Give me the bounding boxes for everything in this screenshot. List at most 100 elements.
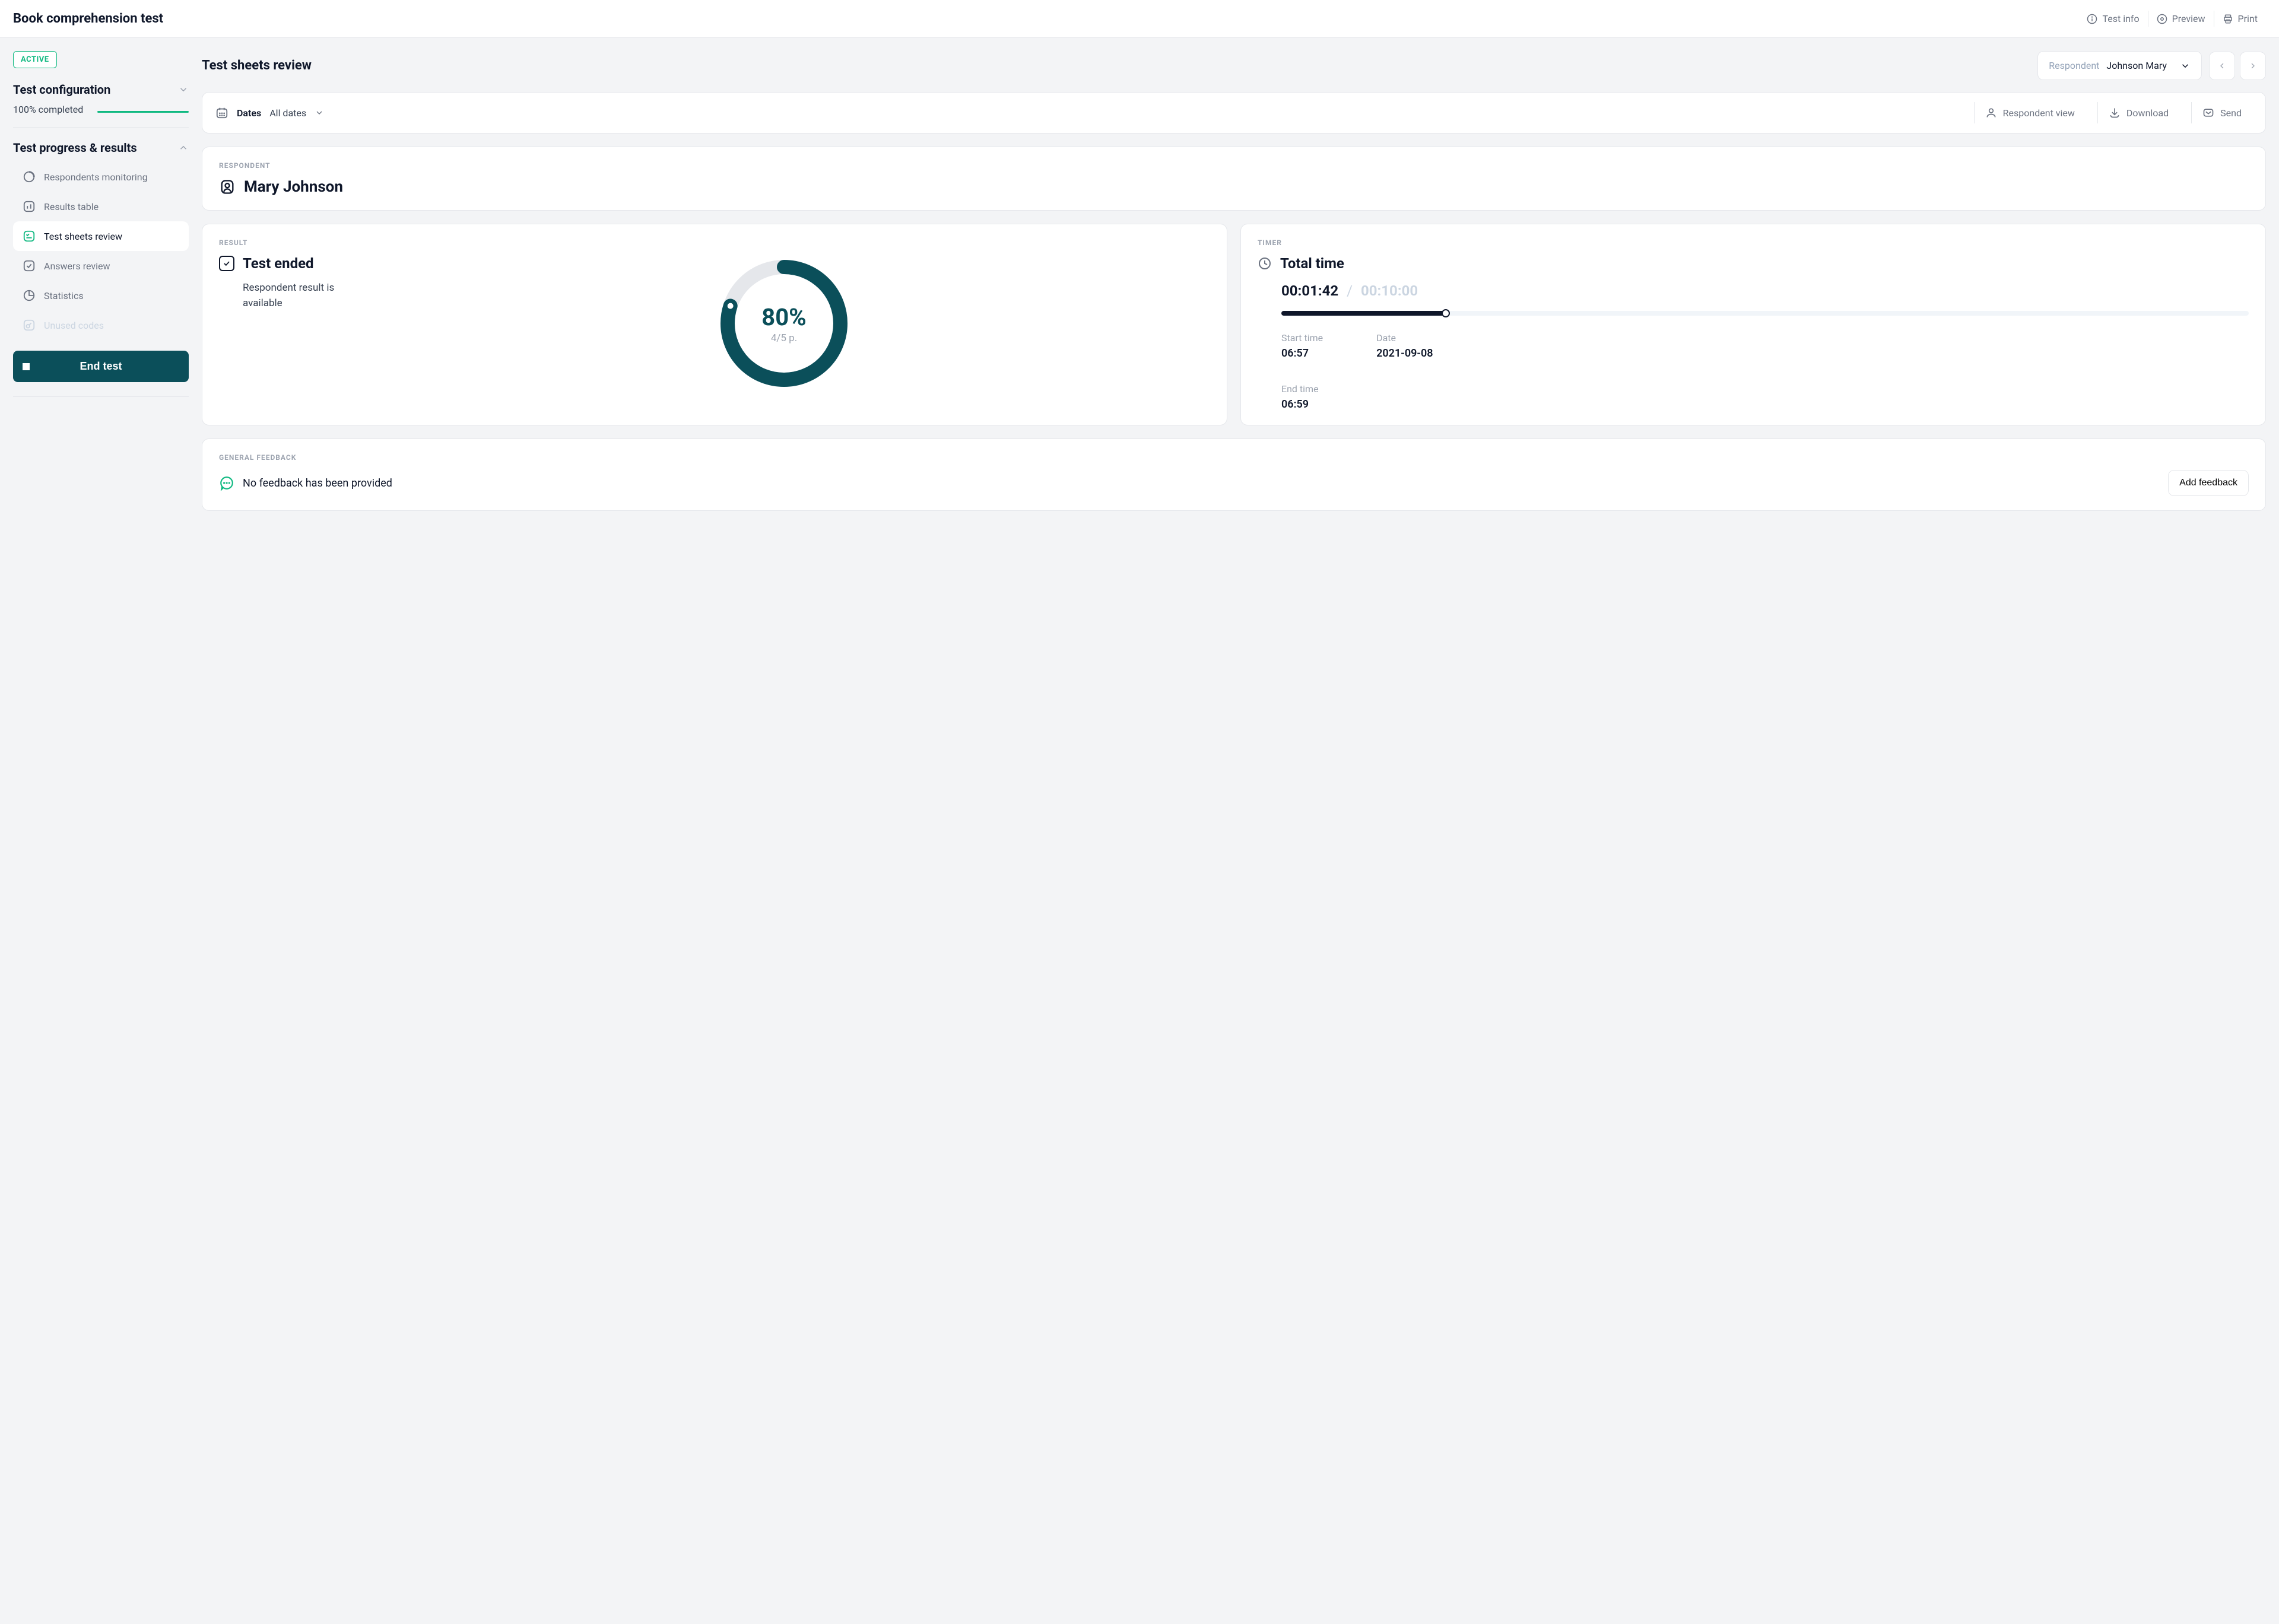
add-feedback-button[interactable]: Add feedback [2168, 470, 2249, 496]
date-item: Date 2021-09-08 [1376, 332, 1433, 360]
sidebar-item-unused-codes[interactable]: Unused codes [13, 310, 189, 340]
pager-prev-button[interactable] [2209, 52, 2235, 80]
respondent-select-value: Johnson Mary [2106, 60, 2167, 71]
feedback-label: GENERAL FEEDBACK [219, 453, 2249, 462]
sidebar-item-results-table[interactable]: Results table [13, 192, 189, 221]
bar-chart-icon [23, 200, 36, 213]
end-time-item: End time 06:59 [1281, 383, 2249, 411]
eye-icon [2157, 14, 2167, 24]
completion-text: 100% completed [13, 104, 83, 115]
timer-progress-bar [1281, 311, 2249, 316]
timer-title: Total time [1280, 255, 1344, 272]
sidebar-divider-2 [13, 396, 189, 397]
status-badge: ACTIVE [13, 51, 57, 68]
send-label: Send [2220, 107, 2242, 119]
elapsed-time: 00:01:42 [1281, 282, 1338, 299]
completion-row: 100% completed [13, 104, 189, 115]
timer-label: TIMER [1258, 239, 2249, 247]
section-toggle-config[interactable]: Test configuration [13, 82, 189, 97]
result-percent: 80% [761, 303, 806, 331]
check-square-icon [23, 259, 36, 272]
preview-button[interactable]: Preview [2148, 11, 2214, 27]
dates-value: All dates [269, 107, 306, 119]
dates-filter[interactable]: Dates All dates [215, 106, 324, 119]
start-time-label: Start time [1281, 332, 1323, 344]
respondent-view-label: Respondent view [2003, 107, 2075, 119]
respondent-select[interactable]: Respondent Johnson Mary [2037, 51, 2202, 80]
stop-icon [23, 363, 30, 370]
result-title: Test ended [243, 255, 314, 272]
date-label: Date [1376, 332, 1433, 344]
result-subtitle: Respondent result is available [243, 280, 344, 312]
topbar: Book comprehension test Test info Previe… [0, 0, 2279, 38]
start-time-item: Start time 06:57 [1281, 332, 1323, 360]
completion-progress-bar [97, 111, 189, 113]
chevron-up-icon [178, 142, 189, 153]
total-time: 00:10:00 [1361, 282, 1418, 299]
respondent-view-button[interactable]: Respondent view [1974, 102, 2086, 123]
page-title: Book comprehension test [13, 11, 163, 26]
respondent-label: RESPONDENT [219, 161, 2249, 170]
sidebar-item-label: Respondents monitoring [44, 171, 148, 183]
print-icon [2223, 14, 2233, 24]
time-separator: / [1347, 282, 1353, 299]
clock-icon [1258, 256, 1272, 271]
end-test-button[interactable]: End test [13, 351, 189, 382]
chat-icon [219, 475, 234, 491]
print-label: Print [2238, 13, 2258, 24]
test-info-button[interactable]: Test info [2078, 11, 2148, 27]
pie-chart-icon [23, 289, 36, 302]
pager [2209, 52, 2266, 80]
sidebar-item-label: Results table [44, 201, 99, 212]
respondent-select-label: Respondent [2049, 60, 2099, 71]
start-time-value: 06:57 [1281, 347, 1323, 360]
checked-icon [219, 256, 234, 271]
sidebar-item-statistics[interactable]: Statistics [13, 281, 189, 310]
result-fraction: 4/5 p. [771, 332, 797, 344]
chevron-down-icon [315, 108, 324, 117]
section-toggle-progress[interactable]: Test progress & results [13, 141, 189, 155]
dates-label: Dates [237, 107, 261, 119]
timer-card: TIMER Total time 00:01:42 / 00:10:00 [1240, 224, 2266, 425]
sidebar-item-answers-review[interactable]: Answers review [13, 251, 189, 281]
send-icon [2202, 107, 2214, 119]
chevron-down-icon [178, 84, 189, 95]
chevron-down-icon [2180, 61, 2191, 71]
main-title: Test sheets review [202, 58, 312, 73]
section-progress-title: Test progress & results [13, 141, 137, 155]
feedback-card: GENERAL FEEDBACK No feedback has been pr… [202, 438, 2266, 511]
preview-label: Preview [2172, 13, 2205, 24]
end-test-label: End test [80, 360, 122, 373]
feedback-text: No feedback has been provided [243, 477, 392, 490]
info-icon [2087, 14, 2097, 24]
main-header: Test sheets review Respondent Johnson Ma… [202, 51, 2266, 80]
user-icon [1985, 107, 1997, 119]
end-time-value: 06:59 [1281, 398, 2249, 411]
download-label: Download [2126, 107, 2169, 119]
end-time-label: End time [1281, 383, 2249, 395]
sidebar-item-label: Test sheets review [44, 231, 122, 242]
test-info-label: Test info [2102, 13, 2139, 24]
download-button[interactable]: Download [2097, 102, 2179, 123]
send-button[interactable]: Send [2191, 102, 2252, 123]
sidebar-item-label: Unused codes [44, 320, 104, 331]
target-icon [23, 170, 36, 183]
id-badge-icon [219, 179, 236, 195]
sidebar-item-respondents-monitoring[interactable]: Respondents monitoring [13, 162, 189, 192]
download-icon [2109, 107, 2121, 119]
date-value: 2021-09-08 [1376, 347, 1433, 360]
print-button[interactable]: Print [2214, 11, 2266, 27]
key-icon [23, 319, 36, 332]
respondent-card: RESPONDENT Mary Johnson [202, 147, 2266, 211]
result-chart: 80% 4/5 p. [358, 255, 1210, 392]
topbar-actions: Test info Preview Print [2078, 11, 2266, 27]
result-card: RESULT Test ended Respondent result is a… [202, 224, 1227, 425]
pager-next-button[interactable] [2240, 52, 2266, 80]
checklist-icon [23, 230, 36, 243]
sidebar-item-test-sheets-review[interactable]: Test sheets review [13, 221, 189, 251]
main: Test sheets review Respondent Johnson Ma… [202, 38, 2279, 537]
sidebar-item-label: Statistics [44, 290, 84, 301]
sidebar: ACTIVE Test configuration 100% completed… [0, 38, 202, 537]
section-config-title: Test configuration [13, 82, 110, 97]
sidebar-divider [13, 127, 189, 128]
